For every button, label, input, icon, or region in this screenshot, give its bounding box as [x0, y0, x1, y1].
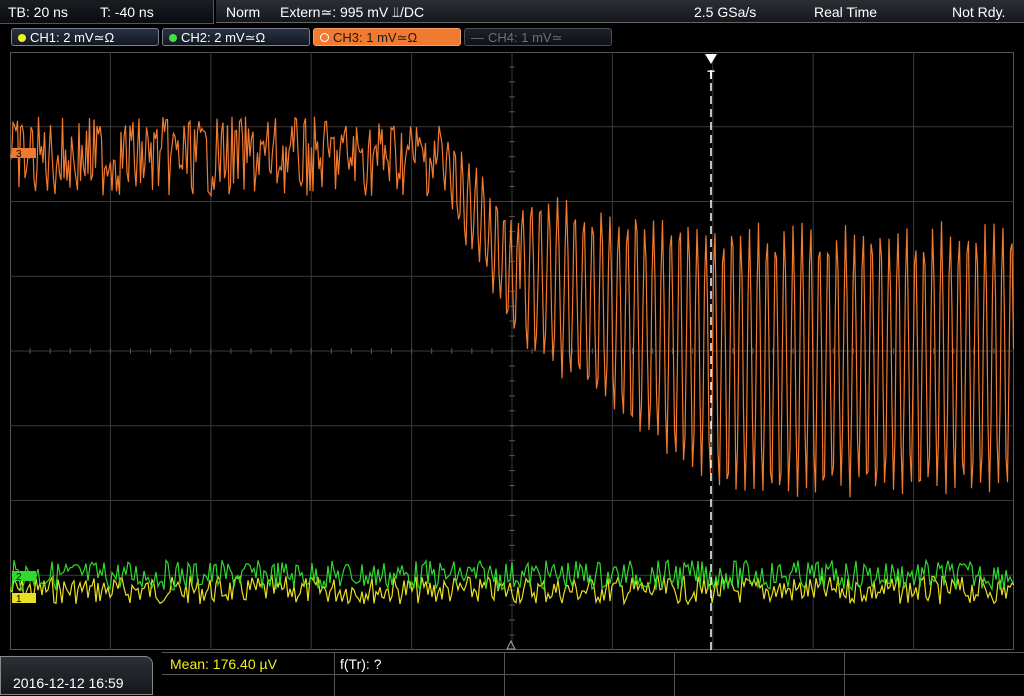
measurement-table[interactable]: Mean: 176.40 µV f(Tr): ? [162, 652, 1024, 696]
tab-ch2[interactable]: CH2: 2 mV≃Ω [162, 28, 310, 46]
acquisition-mode: Real Time [814, 4, 878, 20]
trigger-mode: Norm [226, 4, 261, 20]
ch1-dot-icon [18, 34, 26, 42]
ch1-label: CH1: 2 mV≃Ω [30, 30, 115, 45]
tab-ch3[interactable]: CH3: 1 mV≃Ω [313, 28, 461, 46]
horizontal-center-marker-icon [506, 639, 516, 650]
measurement-row-divider [162, 674, 1024, 675]
bottom-bar: 2016-12-12 16:59 Mean: 176.40 µV f(Tr): … [0, 652, 1024, 696]
ch3-label: CH3: 1 mV≃Ω [333, 30, 418, 45]
ch2-label: CH2: 2 mV≃Ω [181, 30, 266, 45]
mean-measurement: Mean: 176.40 µV [170, 656, 277, 672]
ready-state: Not Rdy. [952, 4, 1006, 20]
trigger-marker-label: T [707, 68, 715, 82]
ch2-dot-icon [169, 34, 177, 42]
ch1-level-marker[interactable]: 1 [12, 593, 36, 605]
trigger-time-label: T: -40 ns [100, 4, 154, 20]
datetime-box[interactable]: 2016-12-12 16:59 [0, 656, 153, 695]
timebase-label: TB: 20 ns [8, 4, 68, 20]
channel-tabs: CH1: 2 mV≃Ω CH2: 2 mV≃Ω CH3: 1 mV≃Ω — CH4… [0, 25, 1024, 49]
waveform-plot[interactable]: T 3 2 1 [10, 52, 1014, 650]
tab-ch1[interactable]: CH1: 2 mV≃Ω [11, 28, 159, 46]
trigger-position-arrow-icon[interactable] [705, 54, 717, 64]
ch2-marker-label: 2 [16, 572, 22, 583]
graticule [10, 52, 1014, 650]
timebase-box[interactable]: TB: 20 ns T: -40 ns [0, 0, 214, 24]
ch4-label: CH4: 1 mV≃ [488, 30, 563, 45]
sample-rate: 2.5 GSa/s [694, 4, 757, 20]
ftr-measurement: f(Tr): ? [340, 656, 382, 672]
status-bar[interactable]: Norm Extern≃: 995 mV ⫫/DC 2.5 GSa/s Real… [216, 0, 1024, 23]
ch4-dash-icon: — [471, 30, 484, 45]
trigger-source: Extern≃: 995 mV ⫫/DC [280, 4, 425, 20]
tab-ch4[interactable]: — CH4: 1 mV≃ [464, 28, 612, 46]
ch3-marker-label: 3 [16, 149, 22, 160]
top-bar: TB: 20 ns T: -40 ns Norm Extern≃: 995 mV… [0, 0, 1024, 25]
ch3-dot-icon [320, 33, 329, 42]
datetime: 2016-12-12 16:59 [13, 675, 124, 691]
ch1-marker-label: 1 [16, 594, 22, 605]
